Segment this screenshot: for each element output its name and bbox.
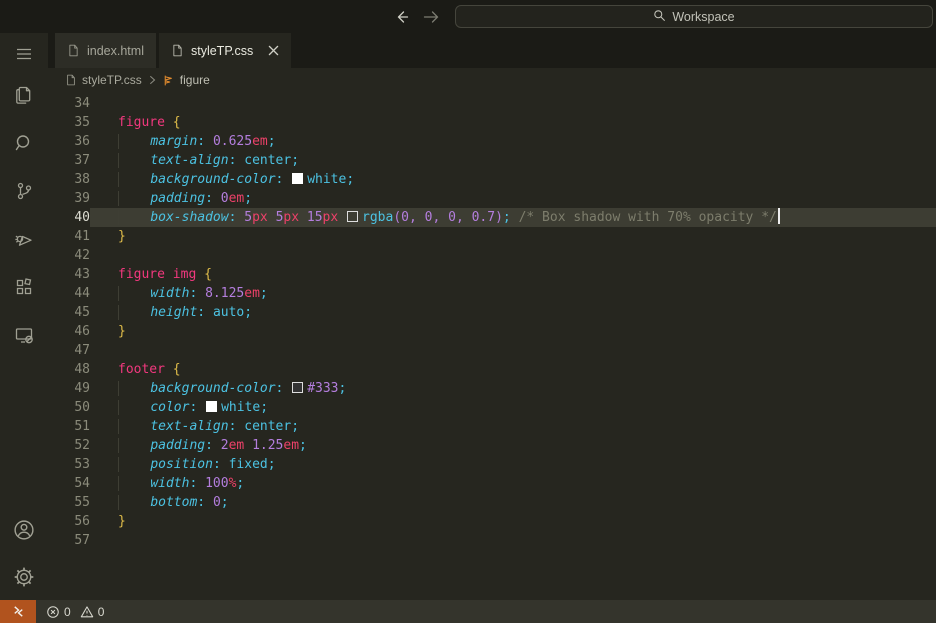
code-line[interactable]: 34 — [48, 94, 936, 113]
text-cursor — [777, 208, 780, 224]
search-icon — [653, 9, 666, 25]
tab-label: index.html — [87, 43, 144, 58]
line-number: 50 — [74, 400, 90, 415]
line-number: 38 — [74, 172, 90, 187]
code-line[interactable]: 44 width: 8.125em; — [48, 284, 936, 303]
line-number: 40 — [74, 210, 90, 225]
code-line[interactable]: 50 color: white; — [48, 398, 936, 417]
code-line[interactable]: 43 figure img { — [48, 265, 936, 284]
tab-styletp-css[interactable]: styleTP.css — [158, 33, 292, 68]
code-line[interactable]: 56} — [48, 512, 936, 531]
css-rule-symbol-icon — [162, 74, 175, 87]
line-number: 57 — [74, 533, 90, 548]
source-control-icon[interactable] — [0, 171, 48, 211]
editor-group: index.html styleTP.css styleTP.css figur… — [48, 33, 936, 602]
line-number: 54 — [74, 476, 90, 491]
breadcrumb-symbol[interactable]: figure — [180, 73, 210, 87]
code-line[interactable]: 35 figure { — [48, 113, 936, 132]
tab-bar: index.html styleTP.css — [48, 33, 936, 68]
line-number: 49 — [74, 381, 90, 396]
code-line[interactable]: 38 background-color: white; — [48, 170, 936, 189]
chevron-right-icon — [147, 75, 157, 85]
code-line[interactable]: 36 margin: 0.625em; — [48, 132, 936, 151]
line-number: 47 — [74, 343, 90, 358]
code-line[interactable]: 55 bottom: 0; — [48, 493, 936, 512]
tab-label: styleTP.css — [190, 43, 254, 58]
status-bar: 0 0 — [0, 600, 936, 623]
code-line[interactable]: 46} — [48, 322, 936, 341]
breadcrumb: styleTP.css figure — [48, 68, 936, 92]
error-count: 0 — [64, 604, 71, 619]
line-number: 39 — [74, 191, 90, 206]
color-swatch[interactable] — [206, 401, 218, 412]
back-arrow-icon[interactable] — [393, 9, 409, 25]
code-line[interactable]: 57 — [48, 531, 936, 550]
line-number: 44 — [74, 286, 90, 301]
close-icon[interactable] — [268, 45, 279, 56]
activity-bar — [0, 33, 48, 600]
code-line[interactable]: 52 padding: 2em 1.25em; — [48, 436, 936, 455]
line-number: 48 — [74, 362, 90, 377]
vscode-window: Workspace index.html styleTP.css styleTP… — [0, 0, 936, 623]
forward-arrow-icon[interactable] — [423, 9, 439, 25]
line-number: 46 — [74, 324, 90, 339]
file-icon — [65, 74, 77, 86]
line-number: 34 — [74, 96, 90, 111]
command-center-search[interactable]: Workspace — [455, 5, 933, 28]
line-number: 37 — [74, 153, 90, 168]
error-icon — [46, 605, 60, 619]
problems-status[interactable]: 0 0 — [46, 605, 109, 619]
line-number: 43 — [74, 267, 90, 282]
line-number: 52 — [74, 438, 90, 453]
extensions-icon[interactable] — [0, 267, 48, 307]
code-line[interactable]: 41} — [48, 227, 936, 246]
code-line[interactable]: 39 padding: 0em; — [48, 189, 936, 208]
code-line[interactable]: 42 — [48, 246, 936, 265]
run-debug-icon[interactable] — [0, 219, 48, 259]
line-number: 53 — [74, 457, 90, 472]
breadcrumb-file[interactable]: styleTP.css — [82, 73, 142, 87]
line-number: 51 — [74, 419, 90, 434]
tab-index-html[interactable]: index.html — [55, 33, 157, 68]
line-number: 55 — [74, 495, 90, 510]
settings-gear-icon[interactable] — [0, 557, 48, 597]
color-swatch[interactable] — [347, 211, 359, 222]
remote-indicator[interactable] — [0, 600, 36, 623]
code-line[interactable]: 37 text-align: center; — [48, 151, 936, 170]
file-icon — [67, 44, 80, 57]
code-lines: 34 35 figure {36 margin: 0.625em; 37 text-a… — [48, 92, 936, 602]
color-swatch[interactable] — [292, 382, 304, 393]
code-line[interactable]: 47 — [48, 341, 936, 360]
line-number: 45 — [74, 305, 90, 320]
warning-count: 0 — [97, 604, 105, 619]
line-number: 56 — [74, 514, 90, 529]
account-icon[interactable] — [0, 510, 48, 550]
code-line[interactable]: 40 box-shadow: 5px 5px 15px rgba(0, 0, 0… — [48, 208, 936, 227]
code-line[interactable]: 53 position: fixed; — [48, 455, 936, 474]
file-icon — [171, 44, 184, 57]
code-line[interactable]: 48 footer { — [48, 360, 936, 379]
line-number: 41 — [74, 229, 90, 244]
title-bar: Workspace — [0, 0, 936, 33]
explorer-icon[interactable] — [0, 75, 48, 115]
code-line[interactable]: 51 text-align: center; — [48, 417, 936, 436]
search-sidebar-icon[interactable] — [0, 123, 48, 163]
code-line[interactable]: 54 width: 100%; — [48, 474, 936, 493]
warning-icon — [80, 605, 94, 619]
color-swatch[interactable] — [292, 173, 304, 184]
code-line[interactable]: 45 height: auto; — [48, 303, 936, 322]
line-number: 42 — [74, 248, 90, 263]
command-center-label: Workspace — [672, 9, 735, 24]
remote-explorer-icon[interactable] — [0, 315, 48, 355]
line-number: 35 — [74, 115, 90, 130]
code-line[interactable]: 49 background-color: #333; — [48, 379, 936, 398]
line-number: 36 — [74, 134, 90, 149]
menu-icon[interactable] — [0, 34, 48, 74]
